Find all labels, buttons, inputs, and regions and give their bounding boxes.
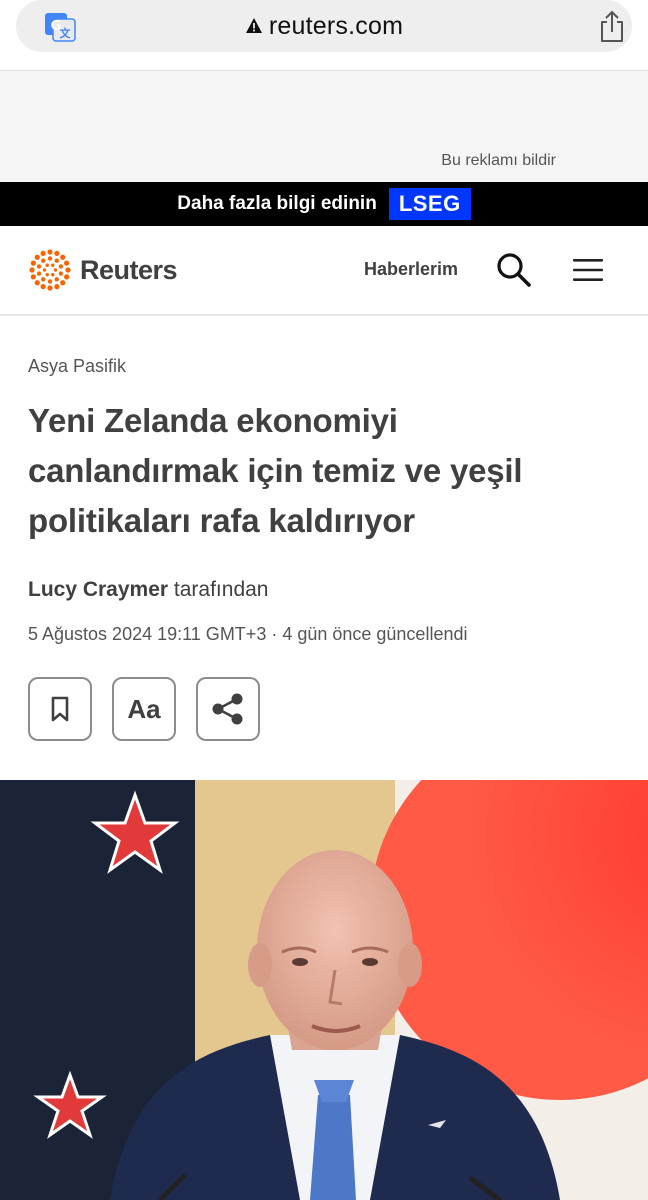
my-news-link[interactable]: Haberlerim: [364, 259, 458, 280]
not-secure-warning-icon: [245, 18, 262, 33]
ad-slot: Bu reklamı bildir: [0, 71, 648, 182]
report-ad-link[interactable]: Bu reklamı bildir: [441, 152, 556, 170]
byline-suffix: tarafından: [168, 578, 269, 601]
article-headline: Yeni Zelanda ekonomiyi canlandırmak için…: [28, 396, 618, 546]
headline-line: canlandırmak için temiz ve yeşil: [28, 452, 523, 489]
section-link[interactable]: Asya Pasifik: [28, 356, 126, 377]
share-button[interactable]: [196, 677, 260, 741]
dateline: 5 Ağustos 2024 19:11 GMT+3 · 4 gün önce …: [28, 624, 468, 644]
url-text[interactable]: reuters.com: [269, 12, 403, 41]
bookmark-button[interactable]: [28, 677, 92, 741]
byline: Lucy Craymer tarafından: [28, 578, 268, 602]
share-icon: [212, 693, 243, 725]
banner-text: Daha fazla bilgi edinin: [177, 193, 377, 214]
browser-share-icon[interactable]: [596, 10, 628, 44]
bookmark-icon: [51, 696, 69, 722]
headline-line: politikaları rafa kaldırıyor: [28, 502, 415, 539]
photo-image: [0, 780, 648, 1200]
article-hero-photo[interactable]: [0, 780, 648, 1200]
lseg-badge: LSEG: [388, 188, 471, 220]
reuters-logo[interactable]: Reuters: [28, 248, 178, 292]
hamburger-menu-icon[interactable]: [572, 256, 604, 284]
address-bar[interactable]: G 文 reuters.com: [16, 0, 632, 52]
site-header: Reuters Haberlerim: [0, 226, 648, 316]
headline-line: Yeni Zelanda ekonomiyi: [28, 402, 398, 439]
font-size-label: Aa: [127, 693, 161, 724]
font-size-button[interactable]: Aa: [112, 677, 176, 741]
search-icon[interactable]: [496, 252, 532, 288]
ad-banner[interactable]: Daha fazla bilgi edinin LSEG: [0, 182, 648, 226]
logo-text: Reuters: [80, 254, 178, 285]
browser-toolbar: G 文 reuters.com: [0, 0, 648, 71]
author-link[interactable]: Lucy Craymer: [28, 578, 168, 601]
reuters-logo-icon: [29, 249, 71, 291]
